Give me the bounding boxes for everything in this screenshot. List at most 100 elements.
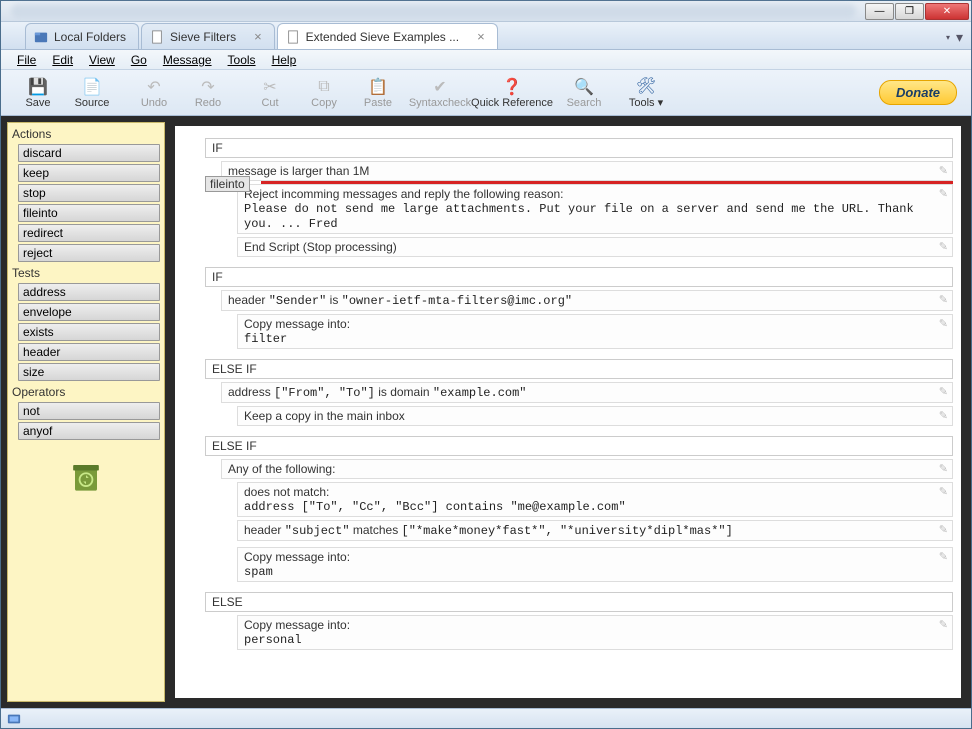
- toolbar-quick-reference-button[interactable]: ❓Quick Reference: [467, 72, 557, 114]
- sidebar-item-discard[interactable]: discard: [18, 144, 160, 162]
- edit-pencil-icon[interactable]: ✎: [939, 618, 948, 631]
- close-button[interactable]: ✕: [925, 3, 969, 20]
- quick reference-icon: ❓: [502, 77, 522, 97]
- app-window: — ❐ ✕ Local Folders Sieve Filters × Exte…: [0, 0, 972, 729]
- drop-indicator: [261, 181, 953, 184]
- trash-drop[interactable]: [10, 454, 162, 498]
- keyword-else-if[interactable]: ELSE IF: [205, 359, 953, 379]
- tabstrip-overflow[interactable]: ▾ ▾: [946, 29, 971, 49]
- keyword-else[interactable]: ELSE: [205, 592, 953, 612]
- save-icon: 💾: [28, 77, 48, 97]
- donate-button[interactable]: Donate: [879, 80, 957, 105]
- tabstrip-menu-icon: ▾: [956, 29, 963, 46]
- script-editor[interactable]: fileinto IFmessage is larger than 1M✎Rej…: [175, 126, 961, 698]
- maximize-button[interactable]: ❐: [895, 3, 924, 20]
- menu-help[interactable]: Help: [264, 51, 305, 69]
- menu-view[interactable]: View: [81, 51, 123, 69]
- script-block: IF message is larger than 1M✎ Reject incom…: [205, 138, 953, 257]
- action-line[interactable]: Reject incomming messages and reply the …: [237, 184, 953, 234]
- toolbar-source-button[interactable]: 📄Source: [65, 72, 119, 114]
- toolbar-label: Save: [25, 97, 50, 109]
- edit-pencil-icon[interactable]: ✎: [939, 293, 948, 306]
- edit-pencil-icon[interactable]: ✎: [939, 385, 948, 398]
- page-icon: [150, 30, 164, 44]
- sidebar-item-keep[interactable]: keep: [18, 164, 160, 182]
- edit-pencil-icon[interactable]: ✎: [939, 550, 948, 563]
- edit-pencil-icon[interactable]: ✎: [939, 240, 948, 253]
- menu-file[interactable]: File: [9, 51, 44, 69]
- subtest[interactable]: does not match:address ["To", "Cc", "Bcc…: [237, 482, 953, 517]
- sidebar-item-stop[interactable]: stop: [18, 184, 160, 202]
- sidebar-heading-actions: Actions: [10, 125, 162, 143]
- test-condition[interactable]: header "Sender" is "owner-ietf-mta-filte…: [221, 290, 953, 311]
- sidebar-item-address[interactable]: address: [18, 283, 160, 301]
- toolbar: 💾Save📄Source↶Undo↷Redo✂Cut⧉Copy📋Paste✔Sy…: [1, 70, 971, 116]
- toolbar-label: Quick Reference: [471, 97, 553, 109]
- menu-go[interactable]: Go: [123, 51, 155, 69]
- sidebar-item-exists[interactable]: exists: [18, 323, 160, 341]
- edit-pencil-icon[interactable]: ✎: [939, 462, 948, 475]
- undo-icon: ↶: [144, 77, 164, 97]
- toolbar-syntaxcheck-button: ✔Syntaxcheck: [413, 72, 467, 114]
- tab-label: Extended Sieve Examples ...: [306, 30, 459, 44]
- keyword-if[interactable]: IF: [205, 267, 953, 287]
- tab-label: Local Folders: [54, 30, 126, 44]
- tab-local-folders[interactable]: Local Folders: [25, 23, 139, 49]
- test-condition[interactable]: address ["From", "To"] is domain "exampl…: [221, 382, 953, 403]
- edit-pencil-icon[interactable]: ✎: [939, 317, 948, 330]
- edit-pencil-icon[interactable]: ✎: [939, 164, 948, 177]
- toolbar-label: Cut: [261, 97, 278, 109]
- sidebar-item-redirect[interactable]: redirect: [18, 224, 160, 242]
- tab-close-icon[interactable]: ×: [254, 29, 262, 44]
- edit-pencil-icon[interactable]: ✎: [939, 523, 948, 536]
- toolbar-paste-button: 📋Paste: [351, 72, 405, 114]
- menu-message[interactable]: Message: [155, 51, 220, 69]
- test-condition[interactable]: Any of the following:✎: [221, 459, 953, 479]
- sidebar-item-anyof[interactable]: anyof: [18, 422, 160, 440]
- toolbar-label: Search: [567, 97, 602, 109]
- action-line[interactable]: Copy message into:spam✎: [237, 547, 953, 582]
- action-line[interactable]: Copy message into:personal✎: [237, 615, 953, 650]
- status-icon: [7, 712, 21, 726]
- menu-tools[interactable]: Tools: [220, 51, 264, 69]
- sidebar-item-header[interactable]: header: [18, 343, 160, 361]
- menubar: File Edit View Go Message Tools Help: [1, 50, 971, 70]
- menu-edit[interactable]: Edit: [44, 51, 81, 69]
- tab-sieve-filters[interactable]: Sieve Filters ×: [141, 23, 275, 49]
- page-icon: [286, 30, 300, 44]
- edit-pencil-icon[interactable]: ✎: [939, 409, 948, 422]
- sidebar-item-reject[interactable]: reject: [18, 244, 160, 262]
- sidebar-item-not[interactable]: not: [18, 402, 160, 420]
- toolbar-label: Source: [75, 97, 110, 109]
- toolbar-label: Paste: [364, 97, 392, 109]
- folder-icon: [34, 30, 48, 44]
- edit-pencil-icon[interactable]: ✎: [939, 187, 948, 200]
- chevron-down-icon: ▾: [946, 33, 950, 42]
- test-condition[interactable]: message is larger than 1M✎: [221, 161, 953, 181]
- titlebar: — ❐ ✕: [1, 1, 971, 22]
- content-area: Actionsdiscard keep stop fileinto redirect re…: [1, 116, 971, 708]
- subtest[interactable]: header "subject" matches ["*make*money*f…: [237, 520, 953, 541]
- paste-icon: 📋: [368, 77, 388, 97]
- action-line[interactable]: End Script (Stop processing)✎: [237, 237, 953, 257]
- script-block: ELSE IF Any of the following:✎ does not ma…: [205, 436, 953, 582]
- search-icon: 🔍: [574, 77, 594, 97]
- tab-close-icon[interactable]: ×: [477, 29, 485, 44]
- toolbar-save-button[interactable]: 💾Save: [11, 72, 65, 114]
- tab-extended-examples[interactable]: Extended Sieve Examples ... ×: [277, 23, 498, 49]
- keyword-if[interactable]: IF: [205, 138, 953, 158]
- sidebar-heading-operators: Operators: [10, 383, 162, 401]
- script-block: ELSE Copy message into:personal✎: [205, 592, 953, 650]
- action-line[interactable]: Copy message into:filter✎: [237, 314, 953, 349]
- sidebar-item-envelope[interactable]: envelope: [18, 303, 160, 321]
- sidebar-item-size[interactable]: size: [18, 363, 160, 381]
- toolbar-undo-button: ↶Undo: [127, 72, 181, 114]
- action-line[interactable]: Keep a copy in the main inbox✎: [237, 406, 953, 426]
- keyword-else-if[interactable]: ELSE IF: [205, 436, 953, 456]
- minimize-button[interactable]: —: [865, 3, 894, 20]
- toolbar-tools-button[interactable]: 🛠Tools ▾: [619, 72, 673, 114]
- toolbar-copy-button: ⧉Copy: [297, 72, 351, 114]
- sidebar-item-fileinto[interactable]: fileinto: [18, 204, 160, 222]
- window-title-blurred: [11, 4, 856, 18]
- edit-pencil-icon[interactable]: ✎: [939, 485, 948, 498]
